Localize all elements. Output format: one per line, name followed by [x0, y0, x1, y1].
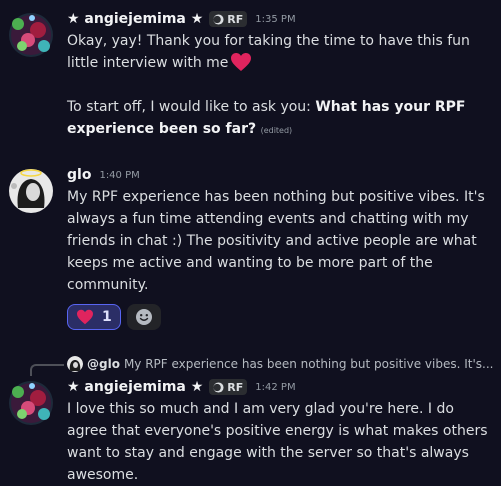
- reply-preview[interactable]: @glo My RPF experience has been nothing …: [67, 356, 497, 372]
- moon-tag-icon: [213, 13, 224, 25]
- moon-tag-icon: [213, 381, 224, 393]
- smile-icon: [135, 309, 152, 325]
- message-text: Okay, yay! Thank you for taking the time…: [67, 30, 495, 74]
- message-paragraph-2: To start off, I would like to ask you: W…: [67, 96, 495, 142]
- message-1: ★ angiejemima ★ RF 1:35 PM Okay, yay! Th…: [0, 8, 501, 144]
- message-3: @glo My RPF experience has been nothing …: [0, 354, 501, 483]
- avatar-glo[interactable]: [8, 168, 53, 213]
- timestamp[interactable]: 1:40 PM: [99, 170, 139, 181]
- server-tag-label: RF: [227, 380, 244, 394]
- heart-reaction-button[interactable]: 1: [67, 304, 121, 330]
- edited-label: (edited): [260, 126, 293, 135]
- add-reaction-button[interactable]: [126, 304, 161, 330]
- heart-emoji-icon: [230, 52, 252, 72]
- reactions-bar: 1: [67, 304, 495, 330]
- avatar-angiejemima[interactable]: [8, 12, 53, 57]
- message-line-1: Okay, yay! Thank you for taking the time…: [67, 33, 470, 71]
- server-tag-badge[interactable]: RF: [209, 379, 248, 395]
- message-2: glo 1:40 PM My RPF experience has been n…: [0, 164, 501, 334]
- avatar-image-icon: [9, 13, 53, 57]
- server-tag-label: RF: [227, 12, 244, 26]
- timestamp[interactable]: 1:35 PM: [255, 14, 295, 25]
- server-tag-badge[interactable]: RF: [209, 11, 248, 27]
- avatar-image-icon: [9, 169, 53, 213]
- message-line-2: To start off, I would like to ask you:: [67, 99, 316, 115]
- username[interactable]: ★ angiejemima ★: [67, 379, 203, 395]
- message-text: My RPF experience has been nothing but p…: [67, 189, 485, 293]
- reply-snippet[interactable]: My RPF experience has been nothing but p…: [124, 357, 494, 371]
- reply-mention[interactable]: @glo: [87, 357, 120, 371]
- timestamp[interactable]: 1:42 PM: [255, 382, 295, 393]
- username[interactable]: glo: [67, 167, 91, 183]
- message-text: I love this so much and I am very glad y…: [67, 401, 488, 483]
- reply-avatar-icon: [67, 356, 83, 372]
- avatar-image-icon: [9, 381, 53, 425]
- avatar-angiejemima[interactable]: [8, 380, 53, 425]
- reaction-count: 1: [102, 309, 112, 325]
- username[interactable]: ★ angiejemima ★: [67, 11, 203, 27]
- heart-emoji-icon: [77, 309, 93, 325]
- reply-connector: [30, 364, 64, 376]
